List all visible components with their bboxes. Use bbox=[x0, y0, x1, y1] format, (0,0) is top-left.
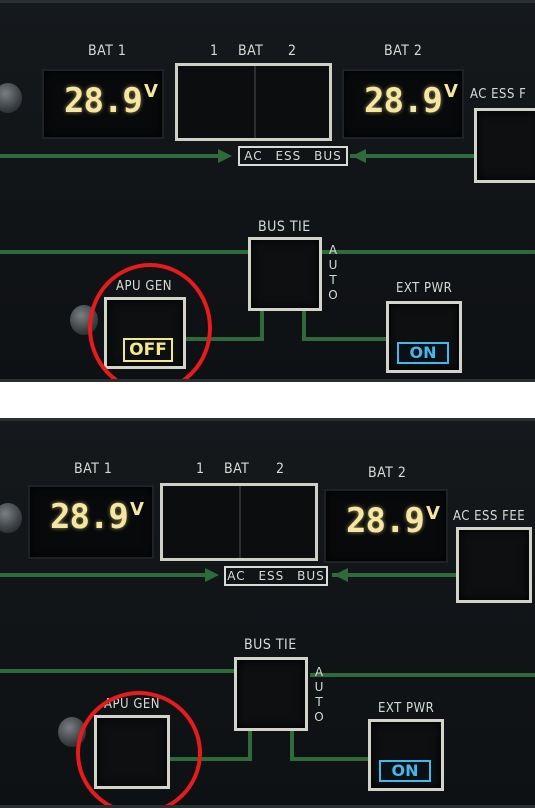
flow-arrow-icon bbox=[205, 568, 219, 582]
electrical-panel-after: BAT 1 1 BAT 2 BAT 2 AC ESS FEE 28.9 V 28… bbox=[0, 418, 535, 808]
electrical-panel-before: BAT 1 1 BAT 2 BAT 2 AC ESS F 28.9 V 28.9… bbox=[0, 0, 535, 382]
flow-arrow-icon bbox=[334, 568, 348, 582]
flow-arrows bbox=[218, 149, 366, 163]
flow-arrows bbox=[205, 568, 348, 582]
flow-arrow-icon bbox=[352, 149, 366, 163]
flow-arrow-icon bbox=[218, 149, 232, 163]
